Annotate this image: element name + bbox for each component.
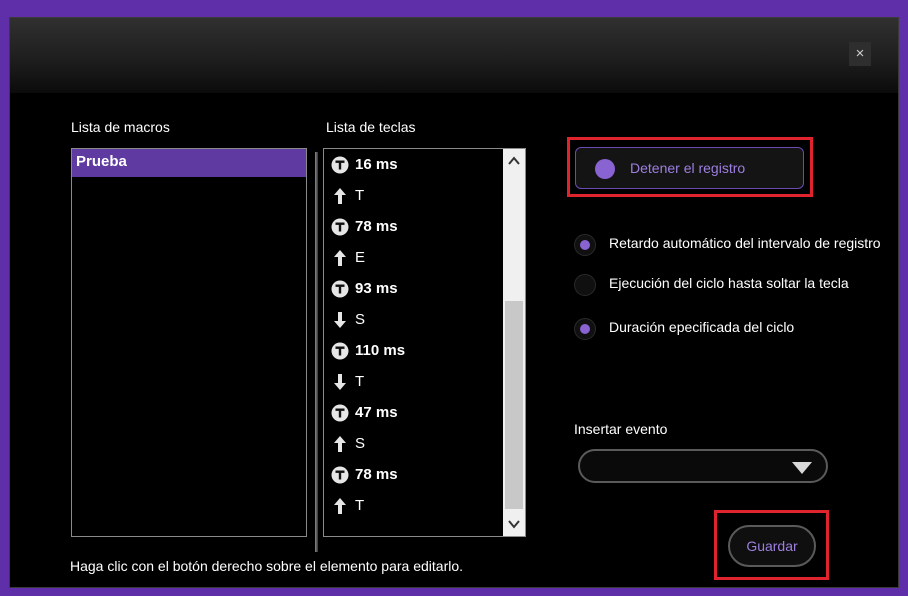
arrow-up-icon — [331, 249, 349, 267]
key-row[interactable]: S — [324, 304, 502, 335]
edit-hint: Haga clic con el botón derecho sobre el … — [70, 558, 464, 574]
arrow-down-icon — [331, 311, 349, 329]
title-bar[interactable] — [10, 18, 898, 93]
timer-icon — [331, 342, 349, 360]
key-rows: 16 ms T 78 ms E 93 ms S 110 ms T 47 ms S 78 ms T — [324, 149, 502, 521]
arrow-down-icon — [331, 373, 349, 391]
key-row-label: T — [355, 187, 365, 204]
key-row[interactable]: 47 ms — [324, 397, 502, 428]
key-row[interactable]: 78 ms — [324, 211, 502, 242]
key-row[interactable]: 93 ms — [324, 273, 502, 304]
dropdown-arrow-icon — [792, 462, 812, 474]
insert-event-label: Insertar evento — [574, 421, 668, 437]
arrow-up-icon — [331, 435, 349, 453]
key-row[interactable]: 110 ms — [324, 335, 502, 366]
key-row-label: T — [355, 497, 365, 514]
key-row[interactable]: T — [324, 366, 502, 397]
option-loop-until-release-label: Ejecución del ciclo hasta soltar la tecl… — [609, 275, 849, 291]
arrow-up-icon — [331, 497, 349, 515]
key-list-header: Lista de teclas — [326, 119, 416, 135]
radio-selected-dot — [580, 240, 590, 250]
key-row-label: 78 ms — [355, 218, 398, 235]
scroll-up-icon[interactable] — [507, 154, 521, 168]
macro-item-prueba[interactable]: Prueba — [72, 149, 306, 177]
key-row[interactable]: E — [324, 242, 502, 273]
key-list-scrollbar[interactable] — [503, 149, 525, 536]
highlight-box-save — [714, 510, 829, 580]
key-row[interactable]: T — [324, 180, 502, 211]
option-auto-delay[interactable]: Retardo automático del intervalo de regi… — [574, 234, 884, 270]
key-row-label: T — [355, 373, 365, 390]
timer-icon — [331, 280, 349, 298]
key-row-label: E — [355, 249, 366, 266]
key-row-label: 110 ms — [355, 342, 406, 359]
key-row-label: 93 ms — [355, 280, 398, 297]
option-loop-until-release-radio[interactable] — [574, 274, 596, 296]
key-row[interactable]: T — [324, 490, 502, 521]
close-icon: × — [855, 45, 865, 62]
scroll-thumb[interactable] — [505, 301, 523, 509]
timer-icon — [331, 466, 349, 484]
option-loop-until-release[interactable]: Ejecución del ciclo hasta soltar la tecl… — [574, 274, 894, 298]
key-row[interactable]: S — [324, 428, 502, 459]
timer-icon — [331, 218, 349, 236]
macro-list[interactable]: Prueba — [71, 148, 307, 537]
key-row[interactable]: 78 ms — [324, 459, 502, 490]
key-row[interactable]: 16 ms — [324, 149, 502, 180]
key-list[interactable]: 16 ms T 78 ms E 93 ms S 110 ms T 47 ms S 78 ms T — [323, 148, 526, 537]
insert-event-select[interactable] — [578, 449, 828, 483]
option-auto-delay-radio[interactable] — [574, 234, 596, 256]
close-button[interactable]: × — [849, 42, 871, 66]
timer-icon — [331, 156, 349, 174]
key-row-label: S — [355, 435, 366, 452]
timer-icon — [331, 404, 349, 422]
macro-list-header: Lista de macros — [71, 119, 170, 135]
panel-splitter[interactable] — [315, 152, 318, 552]
option-specified-duration-radio[interactable] — [574, 318, 596, 340]
key-row-label: 78 ms — [355, 466, 398, 483]
highlight-box-record — [567, 137, 813, 197]
arrow-up-icon — [331, 187, 349, 205]
key-row-label: 16 ms — [355, 156, 398, 173]
radio-selected-dot — [580, 324, 590, 334]
scroll-down-icon[interactable] — [507, 517, 521, 531]
option-auto-delay-label: Retardo automático del intervalo de regi… — [609, 235, 881, 251]
key-row-label: 47 ms — [355, 404, 398, 421]
option-specified-duration[interactable]: Duración epecificada del ciclo — [574, 318, 884, 342]
key-row-label: S — [355, 311, 366, 328]
macro-dialog: × Lista de macros Lista de teclas Prueba… — [9, 17, 899, 588]
option-specified-duration-label: Duración epecificada del ciclo — [609, 319, 795, 335]
